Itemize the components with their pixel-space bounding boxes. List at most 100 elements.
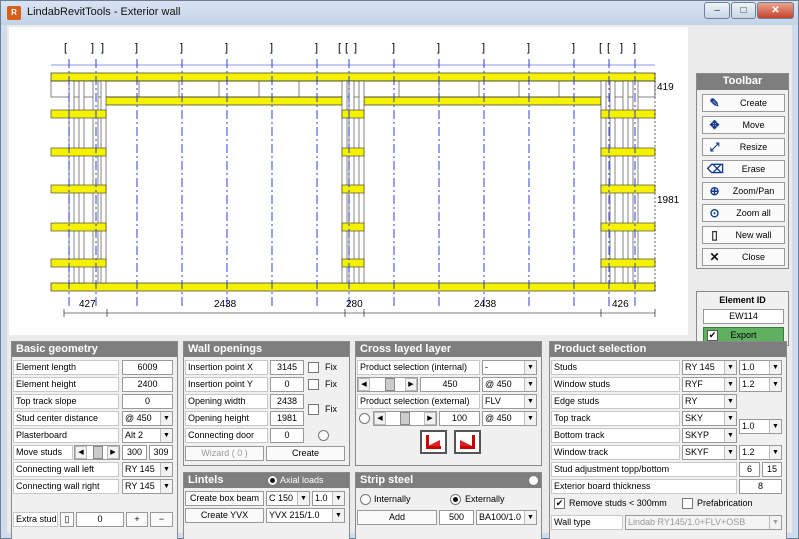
fix-x-label: Fix [325, 362, 337, 372]
export-checkbox[interactable]: ✔ [707, 330, 718, 341]
move-studs-b-input[interactable]: 309 [149, 445, 173, 460]
chevron-down-icon: ▼ [160, 480, 172, 493]
connecting-door-radio[interactable] [318, 430, 329, 441]
extra-stud-minus-button[interactable]: − [150, 512, 173, 527]
internal-value-input[interactable]: 450 [420, 377, 480, 392]
top-track-select[interactable]: SKY ▼ [682, 411, 737, 426]
insertion-x-input[interactable]: 3145 [270, 360, 304, 375]
connecting-wall-left-select[interactable]: RY 145 ▼ [122, 462, 173, 477]
zoom-pan-button[interactable]: ⊕ Zoom/Pan [702, 182, 785, 200]
add-strip-button[interactable]: Add [357, 510, 437, 525]
fix-y-checkbox[interactable] [308, 379, 319, 390]
stud-center-distance-select[interactable]: @ 450 ▼ [122, 411, 173, 426]
extra-stud-plus-button[interactable]: + [126, 512, 148, 527]
connecting-door-input[interactable]: 0 [270, 428, 304, 443]
box-beam-select[interactable]: C 150 ▼ [266, 491, 310, 506]
internal-slider[interactable]: ◀ ▶ [357, 377, 418, 392]
external-value-input[interactable]: 100 [439, 411, 480, 426]
external-radio[interactable] [359, 413, 370, 424]
chevron-down-icon: ▼ [769, 361, 781, 374]
main-window: R LindabRevitTools - Exterior wall – □ ✕ [0, 0, 799, 539]
product-external-select[interactable]: FLV ▼ [482, 394, 537, 409]
chevron-left-icon[interactable]: ◀ [374, 412, 386, 425]
external-spacing-select[interactable]: @ 450 ▼ [482, 411, 537, 426]
element-height-input[interactable]: 2400 [122, 377, 173, 392]
internal-spacing-select[interactable]: @ 450 ▼ [482, 377, 537, 392]
element-length-input[interactable]: 6009 [122, 360, 173, 375]
window-track-thickness-select[interactable]: 1.2 ▼ [739, 445, 782, 460]
window-studs-thickness-select[interactable]: 1.2 ▼ [739, 377, 782, 392]
remove-studs-checkbox[interactable]: ✔ [554, 498, 565, 509]
fix-x-checkbox[interactable] [308, 362, 319, 373]
slider-thumb[interactable] [400, 412, 410, 425]
stud-adjustment-top-input[interactable]: 6 [739, 462, 760, 477]
chevron-right-icon[interactable]: ▶ [405, 378, 417, 391]
connecting-wall-right-select[interactable]: RY 145 ▼ [122, 479, 173, 494]
zoom-all-button[interactable]: ⊙ Zoom all [702, 204, 785, 222]
chevron-right-icon[interactable]: ▶ [424, 412, 436, 425]
edge-studs-select[interactable]: RY ▼ [682, 394, 737, 409]
strip-type-select[interactable]: BA100/1.0 ▼ [476, 510, 537, 525]
internal-side-icon[interactable] [420, 430, 447, 454]
wall-type-select[interactable]: Lindab RY145/1.0+FLV+OSB ▼ [625, 515, 782, 530]
slider-thumb[interactable] [93, 446, 103, 459]
chevron-left-icon[interactable]: ◀ [75, 446, 87, 459]
opening-height-input[interactable]: 1981 [270, 411, 304, 426]
fix-size-checkbox[interactable] [308, 404, 319, 415]
externally-radio[interactable] [450, 494, 461, 505]
studs-select[interactable]: RY 145 ▼ [682, 360, 737, 375]
exterior-board-input[interactable]: 8 [739, 479, 782, 494]
insertion-y-input[interactable]: 0 [270, 377, 304, 392]
external-side-icon[interactable] [454, 430, 481, 454]
extra-stud-input[interactable]: 0 [76, 512, 124, 527]
opening-width-input[interactable]: 2438 [270, 394, 304, 409]
track-thickness-select[interactable]: 1.0 ▼ [739, 419, 782, 434]
product-internal-select[interactable]: - ▼ [482, 360, 537, 375]
chevron-down-icon: ▼ [769, 378, 781, 391]
close-window-button[interactable]: ✕ [757, 2, 794, 19]
slider-thumb[interactable] [385, 378, 395, 391]
minimize-button[interactable]: – [704, 2, 730, 19]
yvx-select[interactable]: YVX 215/1.0 ▼ [266, 508, 345, 523]
internally-radio[interactable] [360, 494, 371, 505]
move-studs-a-input[interactable]: 300 [122, 445, 147, 460]
external-slider[interactable]: ◀ ▶ [373, 411, 437, 426]
maximize-button[interactable]: □ [731, 2, 756, 19]
resize-button[interactable]: ⤢ Resize [702, 138, 785, 156]
erase-button[interactable]: ⌫ Erase [702, 160, 785, 178]
create-opening-button[interactable]: Create [266, 446, 345, 461]
studs-thickness-select[interactable]: 1.0 ▼ [739, 360, 782, 375]
extra-stud-spin-icon[interactable]: ▯ [60, 512, 74, 527]
svg-text:]: ] [572, 42, 575, 54]
move-studs-slider[interactable]: ◀ ▶ [74, 445, 120, 460]
create-yvx-button[interactable]: Create YVX [185, 508, 264, 523]
wizard-button[interactable]: Wizard ( 0 ) [185, 446, 264, 461]
product-selection-panel: Product selection Studs RY 145 ▼ 1.0 ▼ Win… [549, 341, 787, 539]
new-wall-label: New wall [735, 230, 772, 240]
resize-label: Resize [739, 142, 768, 152]
wall-drawing-canvas[interactable]: []] ]]] ]][ []] ]]] ][[ ]] 427 2438 280 … [9, 27, 688, 335]
close-button[interactable]: ✕ Close [702, 248, 785, 266]
create-box-beam-button[interactable]: Create box beam [185, 491, 264, 506]
element-id-field[interactable]: EW114 [703, 309, 784, 324]
strip-steel-toggle-radio[interactable] [528, 475, 539, 486]
extra-stud-label: Extra stud [13, 512, 58, 527]
new-wall-button[interactable]: ▯ New wall [702, 226, 785, 244]
strip-amount-input[interactable]: 500 [439, 510, 474, 525]
bottom-track-select[interactable]: SKYP ▼ [682, 428, 737, 443]
chevron-down-icon: ▼ [524, 412, 536, 425]
window-studs-select[interactable]: RYF ▼ [682, 377, 737, 392]
box-beam-thickness-select[interactable]: 1.0 ▼ [312, 491, 345, 506]
chevron-down-icon: ▼ [160, 412, 172, 425]
chevron-right-icon[interactable]: ▶ [107, 446, 119, 459]
exterior-board-label: Exterior board thickness [551, 479, 737, 494]
top-track-slope-input[interactable]: 0 [122, 394, 173, 409]
prefabrication-checkbox[interactable] [682, 498, 693, 509]
axial-loads-radio[interactable] [267, 475, 278, 486]
window-track-select[interactable]: SKYF ▼ [682, 445, 737, 460]
plasterboard-select[interactable]: Alt 2 ▼ [122, 428, 173, 443]
stud-adjustment-bottom-input[interactable]: 15 [762, 462, 782, 477]
create-button[interactable]: ✎ Create [702, 94, 785, 112]
chevron-left-icon[interactable]: ◀ [358, 378, 370, 391]
move-button[interactable]: ✥ Move [702, 116, 785, 134]
